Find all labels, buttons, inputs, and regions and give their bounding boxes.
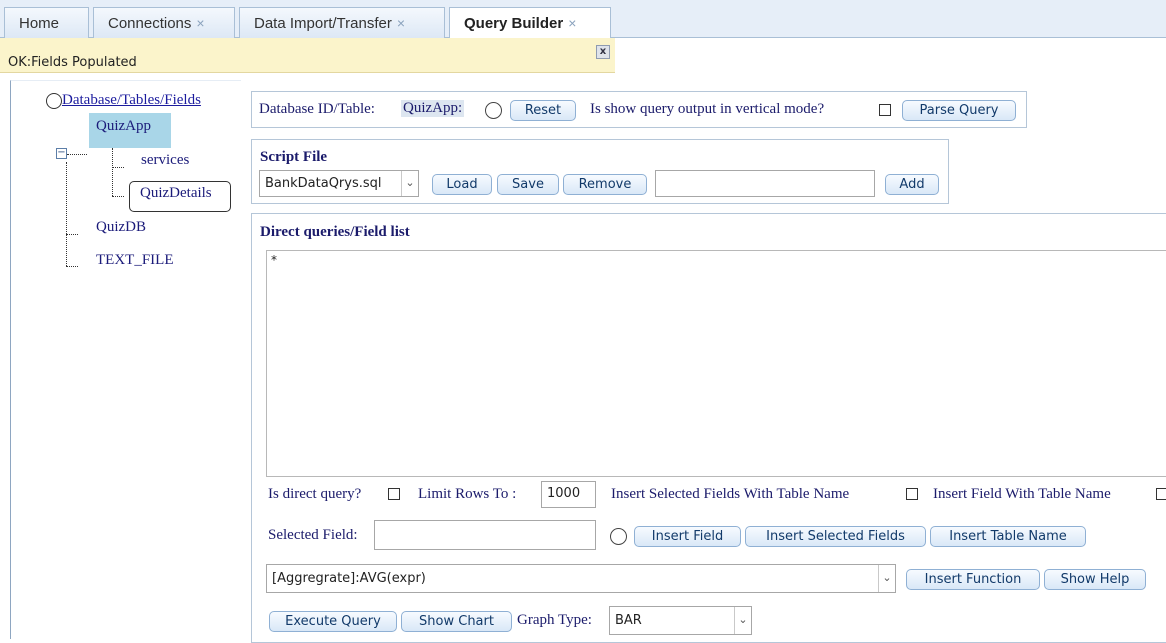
tree-panel <box>10 80 241 639</box>
function-selected: [Aggregrate]:AVG(expr) <box>272 571 426 586</box>
tree-node-quizapp[interactable]: QuizApp <box>96 118 151 135</box>
chevron-down-icon: ⌄ <box>878 565 895 592</box>
parse-query-button[interactable]: Parse Query <box>902 100 1016 121</box>
tree-connector <box>66 266 78 267</box>
tab-connections-close-icon[interactable]: × <box>196 15 204 31</box>
tree-root-link[interactable]: Database/Tables/Fields <box>62 92 201 109</box>
refresh-icon[interactable] <box>485 102 502 119</box>
direct-queries-title: Direct queries/Field list <box>260 224 410 240</box>
graph-type-select[interactable]: BAR ⌄ <box>609 606 752 635</box>
tree-connector <box>112 196 124 197</box>
function-select[interactable]: [Aggregrate]:AVG(expr) ⌄ <box>266 564 896 593</box>
selected-field-input[interactable] <box>374 520 596 550</box>
show-chart-button[interactable]: Show Chart <box>401 611 512 632</box>
remove-button[interactable]: Remove <box>563 174 647 195</box>
direct-query-checkbox[interactable] <box>388 488 400 500</box>
load-button[interactable]: Load <box>432 174 492 195</box>
collapse-icon[interactable]: − <box>56 148 67 159</box>
insert-field-with-table-checkbox[interactable] <box>1156 488 1166 500</box>
tree-node-services[interactable]: services <box>141 152 189 169</box>
insert-field-with-table-label: Insert Field With Table Name <box>933 486 1111 502</box>
add-button[interactable]: Add <box>885 174 939 195</box>
database-id-label: Database ID/Table: <box>259 101 375 117</box>
insert-table-name-button[interactable]: Insert Table Name <box>930 526 1086 547</box>
limit-rows-label: Limit Rows To : <box>418 486 517 502</box>
insert-selected-with-table-label: Insert Selected Fields With Table Name <box>611 486 850 502</box>
execute-query-button[interactable]: Execute Query <box>269 611 397 632</box>
tab-data-import-transfer[interactable]: Data Import/Transfer × <box>239 7 445 38</box>
tab-connections-label: Connections <box>108 15 192 32</box>
tab-bar: Home Connections × Data Import/Transfer × … <box>0 0 1166 39</box>
status-close-icon[interactable]: x <box>596 45 610 59</box>
script-file-selected: BankDataQrys.sql <box>265 176 382 191</box>
insert-function-button[interactable]: Insert Function <box>906 569 1040 590</box>
query-text: * <box>271 253 277 267</box>
refresh-tree-icon[interactable] <box>46 93 62 109</box>
tree-node-text-file[interactable]: TEXT_FILE <box>96 252 173 269</box>
script-name-input[interactable] <box>655 170 875 197</box>
database-id-value: QuizApp: <box>401 100 465 117</box>
graph-type-selected: BAR <box>615 613 642 628</box>
selected-field-label: Selected Field: <box>268 527 358 543</box>
vertical-mode-label: Is show query output in vertical mode? <box>590 101 825 117</box>
refresh-icon[interactable] <box>610 528 627 545</box>
tree-node-quizdetails[interactable]: QuizDetails <box>140 185 212 202</box>
limit-rows-input[interactable]: 1000 <box>541 481 596 508</box>
chevron-down-icon: ⌄ <box>401 171 418 196</box>
tab-data-import-close-icon[interactable]: × <box>397 15 405 31</box>
chevron-down-icon: ⌄ <box>734 607 751 634</box>
direct-query-label: Is direct query? <box>268 486 362 502</box>
tree-connector <box>112 148 113 196</box>
reset-button[interactable]: Reset <box>510 100 576 121</box>
tree-node-quizdb[interactable]: QuizDB <box>96 219 146 236</box>
query-textarea[interactable]: * <box>266 250 1166 477</box>
tab-query-builder[interactable]: Query Builder × <box>449 7 611 39</box>
tab-query-builder-label: Query Builder <box>464 15 564 32</box>
tree-connector <box>66 162 67 266</box>
tree-connector <box>67 154 87 155</box>
tab-home-label: Home <box>19 15 60 32</box>
insert-selected-with-table-checkbox[interactable] <box>906 488 918 500</box>
insert-selected-fields-button[interactable]: Insert Selected Fields <box>745 526 926 547</box>
tree-connector <box>66 234 78 235</box>
script-file-title: Script File <box>260 149 328 165</box>
tab-home[interactable]: Home <box>4 7 89 38</box>
status-message: OK:Fields Populated <box>0 38 615 73</box>
tab-data-import-label: Data Import/Transfer <box>254 15 392 32</box>
tab-connections[interactable]: Connections × <box>93 7 235 38</box>
tab-query-builder-close-icon[interactable]: × <box>568 15 576 31</box>
tree-connector <box>112 167 124 168</box>
show-help-button[interactable]: Show Help <box>1044 569 1146 590</box>
insert-field-button[interactable]: Insert Field <box>634 526 741 547</box>
save-button[interactable]: Save <box>497 174 559 195</box>
script-file-select[interactable]: BankDataQrys.sql ⌄ <box>259 170 419 197</box>
graph-type-label: Graph Type: <box>517 612 592 628</box>
vertical-mode-checkbox[interactable] <box>879 104 891 116</box>
